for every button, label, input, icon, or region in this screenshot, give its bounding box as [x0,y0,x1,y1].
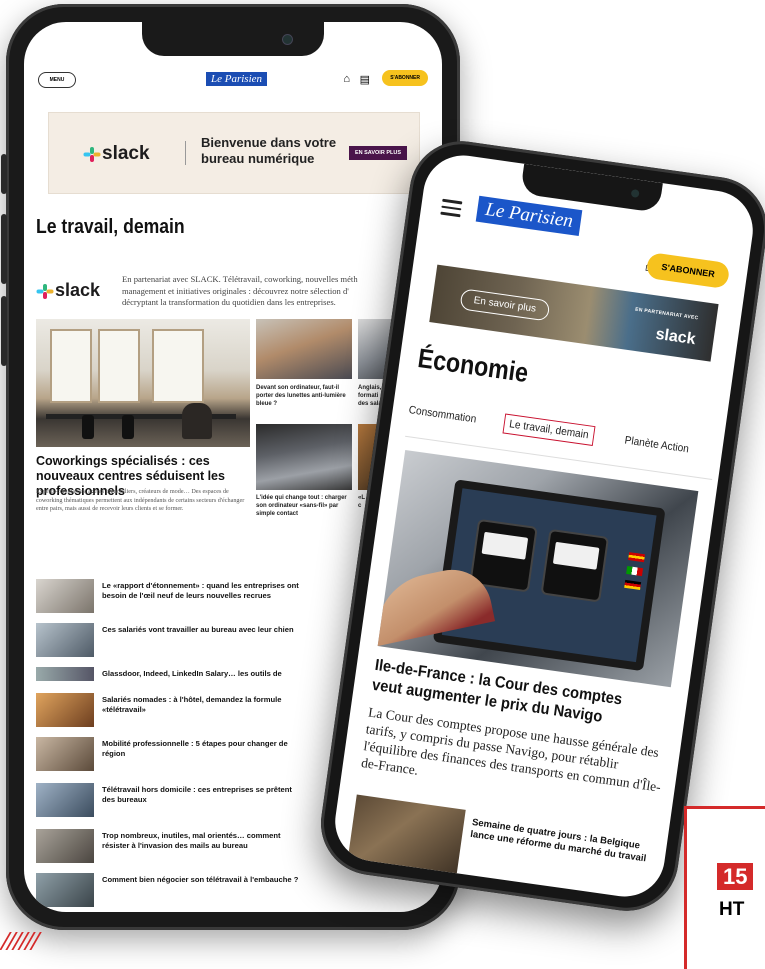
slack-logo: slack [83,143,150,165]
phone-left-mute-button [1,154,7,194]
banner-divider [185,141,186,165]
partner-description: En partenariat avec SLACK. Télétravail, … [122,274,440,309]
list-item-thumbnail [36,623,94,657]
price-badge-label: HT [719,899,745,920]
slack-hash-icon [36,283,54,299]
side-article-image-2[interactable] [256,424,352,490]
partner-slack-logo: slack [36,280,101,301]
banner-cta-button[interactable]: EN SAVOIR PLUS [348,146,407,160]
hero-article-image[interactable] [377,449,699,688]
chair-image-part [122,415,134,439]
side-article-image-1[interactable] [256,319,352,379]
ad-cta-button[interactable]: En savoir plus [459,288,551,322]
window-image-part [152,329,204,403]
secondary-article-image[interactable] [346,794,466,884]
price-badge-number: 15 [717,863,754,890]
banner-text: Bienvenue dans votre bureau numérique [201,135,337,166]
list-item-thumbnail [36,783,94,817]
section-title: Le travail, demain [36,216,185,238]
list-item-title: Ces salariés vont travailler au bureau a… [102,625,294,634]
list-item-title: Glassdoor, Indeed, LinkedIn Salary… les … [102,669,282,678]
window-image-part [50,329,92,403]
chair-image-part [82,415,94,439]
person-image-part [182,403,212,439]
phone-left-volume-down-button [1,296,7,366]
site-logo[interactable]: Le Parisien [206,72,268,86]
list-item-thumbnail [36,579,94,613]
partner-line-2: management et initiatives originales : d… [122,285,349,296]
user-icon[interactable]: ⌂ [343,73,350,85]
slack-wordmark: slack [55,280,101,300]
price-badge: 15 HT [684,806,765,969]
hamburger-menu-icon[interactable] [440,198,463,221]
side-article-title-1[interactable]: Devant son ordinateur, faut-il porter de… [256,384,352,408]
newspaper-icon[interactable]: ▤ [360,73,370,86]
list-item-title: Salariés nomades : à l'hôtel, demandez l… [102,695,282,714]
list-item-thumbnail [36,829,94,863]
list-item-thumbnail [36,693,94,727]
ad-partner-label: EN PARTENARIAT AVEC [634,306,699,322]
tab-planete-action[interactable]: Planète Action [624,434,690,455]
menu-label: MENU [49,77,65,83]
top-bar: MENU Le Parisien ⌂ ▤ S'ABONNER [38,70,428,92]
subscribe-button[interactable]: S'ABONNER [382,70,428,86]
featured-article-summary: Experts-comptables, agents immobiliers, … [36,488,245,513]
featured-article-image[interactable] [36,319,250,447]
slack-wordmark: slack [654,325,697,349]
list-item-title: Mobilité professionnelle : 5 étapes pour… [102,739,288,758]
list-item-title: Le «rapport d'étonnement» : quand les en… [102,581,299,600]
slack-ad-banner[interactable]: slack Bienvenue dans votre bureau numéri… [48,112,420,194]
window-image-part [98,329,140,403]
list-item-title: Comment bien négocier son télétravail à … [102,875,299,884]
site-logo[interactable]: Le Parisien [475,195,583,237]
list-item-thumbnail [36,873,94,907]
slack-hash-icon [83,147,101,162]
list-item-title: Trop nombreux, inutiles, mal orientés… c… [102,831,281,850]
decorative-stripes [0,932,50,950]
list-item[interactable]: Comment bien négocier son télétravail à … [36,871,440,911]
list-item-thumbnail [36,737,94,771]
tab-le-travail-demain[interactable]: Le travail, demain [502,413,596,446]
slack-wordmark: slack [102,143,150,164]
secondary-article-title[interactable]: Semaine de quatre jours : la Belgique la… [469,817,651,866]
phone-left-notch [142,22,324,56]
list-item-thumbnail [36,667,94,681]
partner-line-1: En partenariat avec SLACK. Télétravail, … [122,274,358,284]
section-title: Économie [416,342,531,389]
list-item-title: Télétravail hors domicile : ces entrepri… [102,785,292,804]
phone-left-volume-up-button [1,214,7,284]
side-article-title-2[interactable]: L'idée qui change tout : charger son ord… [256,494,352,518]
tab-consommation[interactable]: Consommation [408,404,477,425]
menu-button[interactable]: MENU [38,72,76,88]
subscribe-button[interactable]: S'ABONNER [645,252,731,290]
